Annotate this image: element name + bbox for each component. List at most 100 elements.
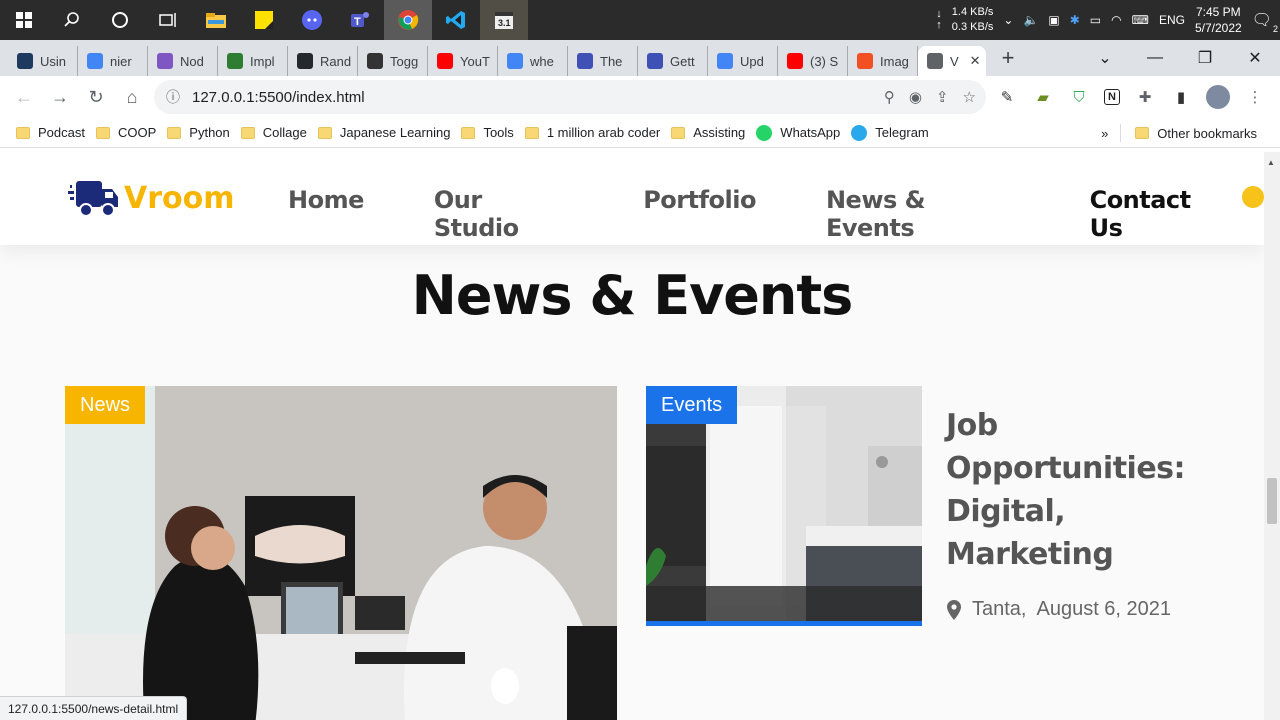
news-card-main[interactable]: News	[65, 386, 617, 720]
browser-tab[interactable]: Upd	[708, 46, 778, 76]
bookmarks-overflow-icon[interactable]: »	[1101, 126, 1108, 141]
close-tab-icon[interactable]: ✕	[970, 53, 981, 69]
tab-favicon-icon	[717, 53, 733, 69]
browser-tab[interactable]: Gett	[638, 46, 708, 76]
bookmark-item[interactable]: 1 million arab coder	[523, 125, 669, 140]
back-icon[interactable]: ←	[6, 79, 42, 115]
nav-portfolio[interactable]: Portfolio	[643, 186, 756, 242]
tab-label: nier	[110, 53, 132, 69]
site-info-icon[interactable]: ⓘ	[166, 87, 180, 107]
share-icon[interactable]: ⇪	[936, 88, 949, 106]
scroll-up-arrow-icon[interactable]: ▲	[1267, 158, 1275, 167]
chrome-icon[interactable]	[384, 0, 432, 40]
bookmark-star-icon[interactable]: ☆	[963, 88, 976, 106]
folder-icon	[1135, 127, 1150, 139]
wifi-icon[interactable]: ◠	[1111, 13, 1121, 27]
tab-favicon-icon	[647, 53, 663, 69]
bookmark-label: Python	[189, 125, 230, 140]
browser-tab[interactable]: nier	[78, 46, 148, 76]
vscode-icon[interactable]	[432, 0, 480, 40]
events-card-title[interactable]: Job Opportunities: Digital, Marketing	[946, 404, 1226, 576]
plant-extension-icon[interactable]: ▰	[1032, 86, 1054, 108]
nav-news-events[interactable]: News & Events	[826, 186, 1020, 242]
extensions-puzzle-icon[interactable]: ✚	[1134, 86, 1156, 108]
other-bookmarks[interactable]: Other bookmarks	[1133, 126, 1266, 141]
discord-icon[interactable]	[288, 0, 336, 40]
bookmark-item[interactable]: Podcast	[14, 125, 94, 140]
bookmark-item[interactable]: Telegram	[849, 124, 937, 141]
battery-icon[interactable]: ▭	[1090, 13, 1101, 27]
chevron-up-icon[interactable]: ⌄	[1003, 13, 1013, 27]
delivery-truck-icon	[68, 181, 118, 217]
volume-icon[interactable]: 🔈	[1023, 13, 1038, 27]
site-logo[interactable]: Vroom	[68, 177, 235, 219]
bookmark-item[interactable]: Tools	[459, 125, 522, 140]
side-panel-icon[interactable]: ▮	[1170, 86, 1192, 108]
zoom-icon[interactable]: ⚲	[884, 88, 895, 106]
close-window-icon[interactable]: ✕	[1230, 48, 1280, 68]
browser-tab[interactable]: Imag	[848, 46, 918, 76]
tab-label: (3) S	[810, 53, 839, 69]
tab-search-chevron-icon[interactable]: ⌄	[1080, 48, 1130, 68]
notion-extension-icon[interactable]: N	[1104, 89, 1120, 105]
profile-avatar[interactable]	[1206, 85, 1230, 109]
more-menu-icon[interactable]: ⋮	[1244, 86, 1266, 108]
task-view-icon[interactable]	[144, 0, 192, 40]
teams-icon[interactable]: T	[336, 0, 384, 40]
tab-favicon-icon	[787, 53, 803, 69]
browser-tab[interactable]: The	[568, 46, 638, 76]
file-explorer-icon[interactable]	[192, 0, 240, 40]
bookmark-item[interactable]: Python	[165, 125, 238, 140]
browser-tab[interactable]: Usin	[8, 46, 78, 76]
events-card-image[interactable]: Events	[646, 386, 922, 626]
bookmarks-bar: Podcast COOP Python Collage Japanese Learnin…	[0, 118, 1280, 148]
page-scrollbar[interactable]: ▲	[1264, 152, 1280, 720]
bookmark-item[interactable]: Assisting	[669, 125, 754, 140]
clapperboard-app-icon[interactable]: 3.1	[480, 0, 528, 40]
restore-icon[interactable]: ❐	[1180, 48, 1230, 68]
net-up: 0.3 KB/s	[951, 21, 994, 33]
telegram-icon	[851, 124, 868, 141]
shield-extension-icon[interactable]: ⛉	[1068, 86, 1090, 108]
other-bookmarks-label: Other bookmarks	[1157, 125, 1257, 141]
browser-tab[interactable]: Impl	[218, 46, 288, 76]
search-icon[interactable]	[48, 0, 96, 40]
nav-our-studio[interactable]: Our Studio	[434, 186, 573, 242]
bookmark-item[interactable]: Collage	[239, 125, 316, 140]
tab-favicon-icon	[157, 53, 173, 69]
browser-tab[interactable]: V ✕	[918, 46, 986, 76]
address-bar[interactable]: ⓘ 127.0.0.1:5500/index.html ⚲ ◉ ⇪ ☆	[154, 80, 986, 114]
bookmark-label: Telegram	[875, 125, 929, 140]
sticky-notes-icon[interactable]	[240, 0, 288, 40]
windows-start-icon[interactable]	[0, 0, 48, 40]
nav-contact-us[interactable]: Contact Us	[1090, 186, 1231, 242]
webcam-icon[interactable]: ▣	[1048, 13, 1059, 27]
language-indicator[interactable]: ENG	[1159, 13, 1185, 27]
browser-tab[interactable]: Togg	[358, 46, 428, 76]
minimize-icon[interactable]: —	[1130, 49, 1180, 67]
browser-tab[interactable]: Nod	[148, 46, 218, 76]
keyboard-icon[interactable]: ⌨	[1132, 13, 1149, 27]
browser-tab[interactable]: Rand	[288, 46, 358, 76]
browser-tab[interactable]: YouT	[428, 46, 498, 76]
new-tab-button[interactable]: +	[992, 42, 1024, 74]
cortana-icon[interactable]	[96, 0, 144, 40]
browser-tab[interactable]: whe	[498, 46, 568, 76]
forward-icon[interactable]: →	[42, 79, 78, 115]
scroll-thumb[interactable]	[1267, 478, 1277, 524]
nav-home[interactable]: Home	[288, 186, 364, 242]
eye-slash-icon[interactable]: ◉	[909, 88, 922, 106]
bookmark-item[interactable]: Japanese Learning	[316, 125, 460, 140]
tab-favicon-icon	[297, 53, 313, 69]
notifications-icon[interactable]: 🗨 2	[1252, 10, 1278, 34]
events-card-meta: Tanta, August 6, 2021	[946, 598, 1171, 621]
bookmark-item[interactable]: WhatsApp	[754, 124, 849, 141]
browser-tab-strip: Usin nier Nod Impl Rand Togg YouT whe The Gett Upd…	[0, 40, 1280, 76]
eyedropper-extension-icon[interactable]: ✎	[996, 86, 1018, 108]
clock[interactable]: 7:45 PM 5/7/2022	[1195, 4, 1242, 36]
bluetooth-icon[interactable]: ✱	[1070, 13, 1080, 27]
home-icon[interactable]: ⌂	[114, 79, 150, 115]
reload-icon[interactable]: ↻	[78, 79, 114, 115]
bookmark-item[interactable]: COOP	[94, 125, 165, 140]
browser-tab[interactable]: (3) S	[778, 46, 848, 76]
